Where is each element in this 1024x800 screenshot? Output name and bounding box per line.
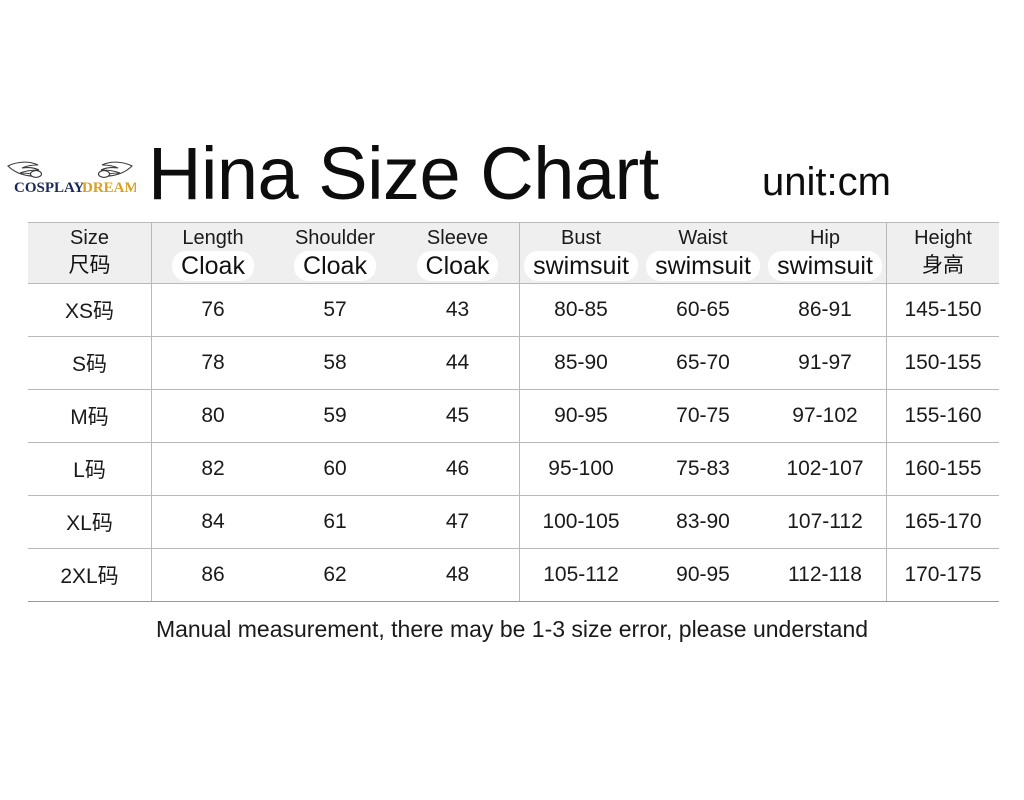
- header-bottom-bust: swimsuit: [524, 250, 638, 281]
- cell-bust: 90-95: [519, 389, 642, 443]
- header-top-shoulder: Shoulder: [294, 226, 376, 249]
- unit-label: unit:cm: [762, 160, 891, 204]
- header-cell-sleeve: Sleeve Cloak: [396, 222, 520, 284]
- cell-shoulder: 57: [274, 283, 396, 337]
- header-cell-hip: Hip swimsuit: [764, 222, 887, 284]
- header-bottom-waist: swimsuit: [646, 250, 760, 281]
- cell-bust: 100-105: [519, 495, 642, 549]
- cell-length: 84: [151, 495, 274, 549]
- cell-height: 150-155: [886, 336, 999, 390]
- header-bottom-shoulder: Cloak: [294, 250, 376, 281]
- header-bottom-sleeve: Cloak: [416, 250, 499, 281]
- cell-length: 86: [151, 548, 274, 602]
- logo-text-cosplay: COSPLAY: [14, 180, 84, 196]
- header-top-size: Size: [70, 226, 109, 249]
- cell-waist: 65-70: [642, 336, 764, 390]
- cell-height: 145-150: [886, 283, 999, 337]
- cell-size: 2XL码: [28, 548, 152, 602]
- cell-shoulder: 62: [274, 548, 396, 602]
- header-cell-size: Size 尺码: [28, 222, 152, 284]
- cell-bust: 85-90: [519, 336, 642, 390]
- cell-waist: 60-65: [642, 283, 764, 337]
- cell-shoulder: 60: [274, 442, 396, 496]
- measurement-disclaimer: Manual measurement, there may be 1-3 siz…: [155, 616, 869, 642]
- table-body: XS码 76 57 43 80-85 60-65 86-91 145-150 S…: [28, 283, 999, 602]
- table-row: M码 80 59 45 90-95 70-75 97-102 155-160: [28, 389, 999, 443]
- cell-waist: 83-90: [642, 495, 764, 549]
- size-table: Size 尺码 Length Cloak Shoulder Cloak Slee…: [28, 222, 999, 602]
- title-row: COSPLAY DREAM Hina Size Chart unit:cm: [0, 128, 1024, 220]
- cell-length: 82: [151, 442, 274, 496]
- cell-waist: 75-83: [642, 442, 764, 496]
- header-bottom-size: 尺码: [68, 253, 111, 277]
- cell-size: L码: [28, 442, 152, 496]
- header-bottom-hip: swimsuit: [768, 250, 882, 281]
- header-cell-waist: Waist swimsuit: [642, 222, 764, 284]
- cell-hip: 86-91: [764, 283, 887, 337]
- cell-waist: 70-75: [642, 389, 764, 443]
- header-cell-bust: Bust swimsuit: [519, 222, 642, 284]
- cell-hip: 107-112: [764, 495, 887, 549]
- table-row: S码 78 58 44 85-90 65-70 91-97 150-155: [28, 336, 999, 390]
- cell-sleeve: 48: [396, 548, 520, 602]
- cell-sleeve: 46: [396, 442, 520, 496]
- cell-length: 76: [151, 283, 274, 337]
- cell-length: 80: [151, 389, 274, 443]
- cell-shoulder: 58: [274, 336, 396, 390]
- cell-hip: 97-102: [764, 389, 887, 443]
- cell-hip: 91-97: [764, 336, 887, 390]
- header-top-bust: Bust: [560, 226, 602, 249]
- cell-size: XS码: [28, 283, 152, 337]
- header-top-hip: Hip: [809, 226, 840, 249]
- table-row: 2XL码 86 62 48 105-112 90-95 112-118 170-…: [28, 548, 999, 602]
- header-cell-shoulder: Shoulder Cloak: [274, 222, 396, 284]
- table-header-row: Size 尺码 Length Cloak Shoulder Cloak Slee…: [28, 222, 999, 284]
- cell-height: 155-160: [886, 389, 999, 443]
- cell-sleeve: 44: [396, 336, 520, 390]
- cell-height: 170-175: [886, 548, 999, 602]
- header-bottom-length: Cloak: [172, 250, 254, 281]
- cell-sleeve: 43: [396, 283, 520, 337]
- header-top-waist: Waist: [678, 226, 728, 249]
- cell-bust: 80-85: [519, 283, 642, 337]
- cell-length: 78: [151, 336, 274, 390]
- cell-hip: 102-107: [764, 442, 887, 496]
- cell-sleeve: 47: [396, 495, 520, 549]
- cell-height: 165-170: [886, 495, 999, 549]
- header-bottom-height: 身高: [922, 253, 964, 277]
- logo-artwork: COSPLAY DREAM: [7, 161, 136, 196]
- cell-size: XL码: [28, 495, 152, 549]
- cell-sleeve: 45: [396, 389, 520, 443]
- header-cell-height: Height 身高: [886, 222, 999, 284]
- header-top-sleeve: Sleeve: [426, 226, 489, 249]
- cell-bust: 95-100: [519, 442, 642, 496]
- cell-size: M码: [28, 389, 152, 443]
- table-header: Size 尺码 Length Cloak Shoulder Cloak Slee…: [28, 222, 999, 284]
- cell-waist: 90-95: [642, 548, 764, 602]
- cosplaydream-logo: COSPLAY DREAM: [4, 152, 136, 196]
- header-top-height: Height: [914, 226, 972, 249]
- cell-size: S码: [28, 336, 152, 390]
- wing-left-icon: [7, 161, 43, 178]
- cell-hip: 112-118: [764, 548, 887, 602]
- cell-bust: 105-112: [519, 548, 642, 602]
- logo-text-dream: DREAM: [82, 180, 136, 196]
- cell-shoulder: 59: [274, 389, 396, 443]
- page-title: Hina Size Chart: [148, 132, 659, 215]
- wing-right-icon: [97, 161, 133, 178]
- table-row: XL码 84 61 47 100-105 83-90 107-112 165-1…: [28, 495, 999, 549]
- header-cell-length: Length Cloak: [151, 222, 274, 284]
- table-row: L码 82 60 46 95-100 75-83 102-107 160-155: [28, 442, 999, 496]
- table-row: XS码 76 57 43 80-85 60-65 86-91 145-150: [28, 283, 999, 337]
- header-top-length: Length: [182, 226, 244, 249]
- cell-height: 160-155: [886, 442, 999, 496]
- size-chart-page: COSPLAY DREAM Hina Size Chart unit:cm Si…: [0, 0, 1024, 800]
- cell-shoulder: 61: [274, 495, 396, 549]
